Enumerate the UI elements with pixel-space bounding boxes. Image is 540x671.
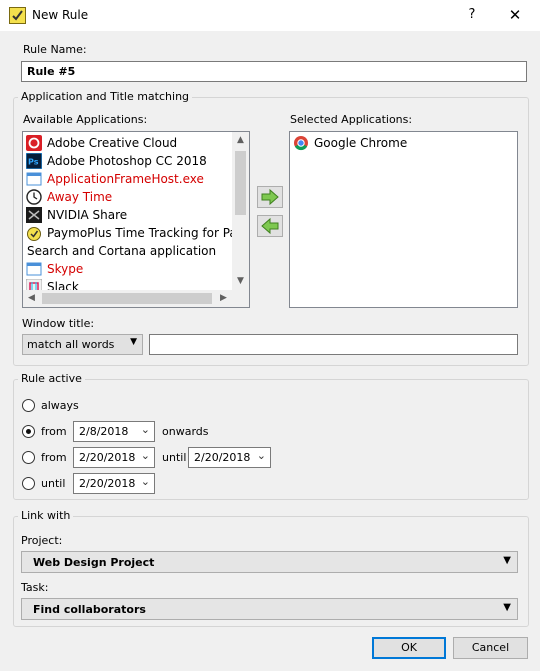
window-title-mode-value: match all words	[27, 338, 115, 351]
app-name: Adobe Creative Cloud	[47, 136, 178, 150]
chevron-down-icon: ▼	[503, 555, 511, 566]
chevron-down-icon: ⌄	[140, 449, 150, 462]
list-item[interactable]: PaymoPlus Time Tracking for Payr	[23, 224, 249, 242]
always-label: always	[41, 399, 79, 412]
until-label: until	[41, 477, 66, 490]
add-app-button[interactable]	[257, 186, 283, 208]
list-item[interactable]: Away Time	[23, 188, 112, 206]
list-item[interactable]: Adobe Creative Cloud	[23, 134, 177, 152]
task-value: Find collaborators	[33, 603, 146, 616]
matching-group-title: Application and Title matching	[18, 90, 193, 103]
window-icon	[26, 172, 42, 186]
horizontal-scrollbar[interactable]: ◀ ▶	[23, 290, 232, 307]
window-title-input[interactable]	[149, 334, 518, 355]
task-label: Task:	[21, 581, 49, 594]
adobe-cc-icon	[26, 135, 42, 151]
chevron-down-icon: ⌄	[140, 475, 150, 488]
from-date-value: 2/8/2018	[79, 425, 129, 438]
scroll-corner	[232, 290, 249, 307]
app-name: Adobe Photoshop CC 2018	[47, 154, 207, 168]
app-name: Search and Cortana application	[27, 244, 217, 258]
rule-active-group-title: Rule active	[18, 372, 85, 385]
list-item[interactable]: ApplicationFrameHost.exe	[23, 170, 204, 188]
chrome-icon	[294, 136, 308, 151]
list-item[interactable]: NVIDIA Share	[23, 206, 127, 224]
app-name: PaymoPlus Time Tracking for Payr	[47, 226, 249, 240]
rule-name-value: Rule #5	[27, 65, 76, 78]
scroll-down-icon[interactable]: ▼	[232, 273, 249, 290]
range-until-date-picker[interactable]: 2/20/2018 ⌄	[188, 447, 271, 468]
photoshop-icon: Ps	[26, 153, 42, 169]
available-apps-label: Available Applications:	[23, 113, 148, 126]
available-apps-list[interactable]: Adobe Creative Cloud Ps Adobe Photoshop …	[22, 131, 250, 308]
from-until-radio[interactable]	[22, 451, 35, 464]
scroll-thumb-h[interactable]	[42, 293, 212, 304]
selected-apps-list[interactable]: Google Chrome	[289, 131, 518, 308]
window-title-label: Window title:	[22, 317, 95, 330]
svg-text:Ps: Ps	[28, 158, 39, 167]
window-icon	[26, 262, 42, 276]
project-label: Project:	[21, 534, 63, 547]
chevron-down-icon: ▼	[503, 602, 511, 613]
cancel-button[interactable]: Cancel	[453, 637, 528, 659]
list-item[interactable]: Search and Cortana application	[23, 242, 217, 260]
arrow-left-icon	[261, 217, 279, 235]
chevron-down-icon: ▼	[130, 337, 137, 347]
arrow-right-icon	[261, 188, 279, 206]
from-onwards-radio[interactable]	[22, 425, 35, 438]
list-item[interactable]: Google Chrome	[290, 134, 407, 152]
task-select[interactable]: Find collaborators ▼	[21, 598, 518, 620]
scroll-right-icon[interactable]: ▶	[215, 290, 232, 307]
ok-button[interactable]: OK	[372, 637, 446, 659]
close-button[interactable]: ✕	[503, 4, 527, 26]
nvidia-icon	[26, 207, 42, 223]
until-date-value: 2/20/2018	[79, 477, 136, 490]
range-until-label: until	[162, 451, 187, 464]
until-date-picker[interactable]: 2/20/2018 ⌄	[73, 473, 155, 494]
chevron-down-icon: ⌄	[256, 449, 266, 462]
scroll-up-icon[interactable]: ▲	[232, 132, 249, 149]
project-select[interactable]: Web Design Project ▼	[21, 551, 518, 573]
link-with-group-title: Link with	[18, 509, 74, 522]
until-radio[interactable]	[22, 477, 35, 490]
window-title: New Rule	[32, 8, 89, 22]
chevron-down-icon: ⌄	[140, 423, 150, 436]
app-name: Google Chrome	[314, 136, 408, 150]
always-radio[interactable]	[22, 399, 35, 412]
rule-name-label: Rule Name:	[23, 43, 87, 56]
selected-apps-label: Selected Applications:	[290, 113, 413, 126]
range-from-date-value: 2/20/2018	[79, 451, 136, 464]
from-label: from	[41, 425, 67, 438]
window-title-mode-select[interactable]: match all words ▼	[22, 334, 143, 355]
range-until-date-value: 2/20/2018	[194, 451, 251, 464]
help-button[interactable]: ?	[460, 4, 484, 26]
app-name: Skype	[47, 262, 84, 276]
scroll-thumb[interactable]	[235, 151, 246, 215]
rule-name-input[interactable]: Rule #5	[21, 61, 527, 82]
app-name: NVIDIA Share	[47, 208, 128, 222]
onwards-label: onwards	[162, 425, 209, 438]
range-from-date-picker[interactable]: 2/20/2018 ⌄	[73, 447, 155, 468]
vertical-scrollbar[interactable]: ▲ ▼	[232, 132, 249, 290]
clock-icon	[26, 189, 42, 205]
range-from-label: from	[41, 451, 67, 464]
app-icon	[9, 7, 26, 24]
from-date-picker[interactable]: 2/8/2018 ⌄	[73, 421, 155, 442]
list-item[interactable]: Skype	[23, 260, 83, 278]
project-value: Web Design Project	[33, 556, 155, 569]
app-name: Away Time	[47, 190, 113, 204]
remove-app-button[interactable]	[257, 215, 283, 237]
app-name: ApplicationFrameHost.exe	[47, 172, 204, 186]
paymo-icon	[27, 227, 41, 241]
scroll-left-icon[interactable]: ◀	[23, 290, 40, 307]
list-item[interactable]: Ps Adobe Photoshop CC 2018	[23, 152, 207, 170]
